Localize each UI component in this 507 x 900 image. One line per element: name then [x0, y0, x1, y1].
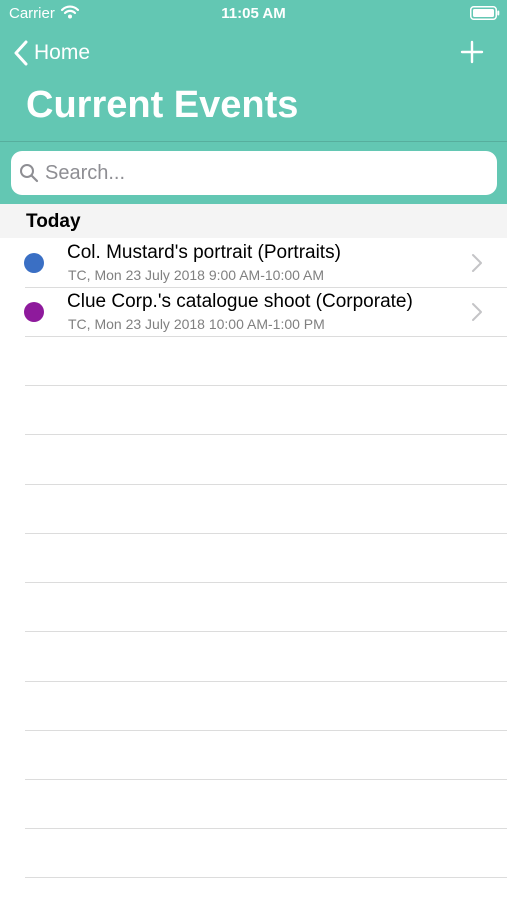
plus-icon — [460, 40, 484, 64]
row-separator — [25, 631, 507, 632]
event-row[interactable]: Col. Mustard's portrait (Portraits) TC, … — [0, 238, 507, 287]
header-divider — [0, 141, 507, 142]
event-subtitle: TC, Mon 23 July 2018 9:00 AM-10:00 AM — [68, 267, 325, 283]
chevron-right-icon — [472, 303, 482, 321]
row-separator — [25, 434, 507, 435]
row-separator — [25, 779, 507, 780]
search-input[interactable] — [45, 151, 485, 195]
event-row[interactable]: Clue Corp.'s catalogue shoot (Corporate)… — [0, 287, 507, 336]
category-color-dot — [24, 253, 44, 273]
search-icon — [20, 164, 39, 183]
category-color-dot — [24, 302, 44, 322]
chevron-right-icon — [472, 254, 482, 272]
row-separator — [25, 828, 507, 829]
section-header-today: Today — [0, 204, 507, 238]
navigation-header: Carrier 11:05 AM Home Current Events Sea… — [0, 0, 507, 204]
event-title: Clue Corp.'s catalogue shoot (Corporate) — [67, 291, 413, 312]
battery-icon — [470, 6, 500, 25]
back-button-label: Home — [34, 41, 91, 64]
section-title: Today — [26, 211, 81, 232]
back-button[interactable]: Home — [14, 37, 90, 69]
search-bar[interactable] — [11, 151, 497, 195]
page-title: Current Events — [26, 84, 299, 126]
event-subtitle: TC, Mon 23 July 2018 10:00 AM-1:00 PM — [68, 316, 325, 332]
event-title: Col. Mustard's portrait (Portraits) — [67, 242, 341, 263]
row-separator — [25, 385, 507, 386]
row-separator — [25, 877, 507, 878]
chevron-left-icon — [14, 40, 28, 66]
row-separator — [25, 336, 507, 337]
row-separator — [25, 730, 507, 731]
row-separator — [25, 533, 507, 534]
status-bar: Carrier 11:05 AM — [0, 0, 507, 28]
row-separator — [25, 484, 507, 485]
add-event-button[interactable] — [456, 36, 488, 68]
row-separator — [25, 582, 507, 583]
status-time: 11:05 AM — [221, 5, 286, 22]
row-separator — [25, 681, 507, 682]
